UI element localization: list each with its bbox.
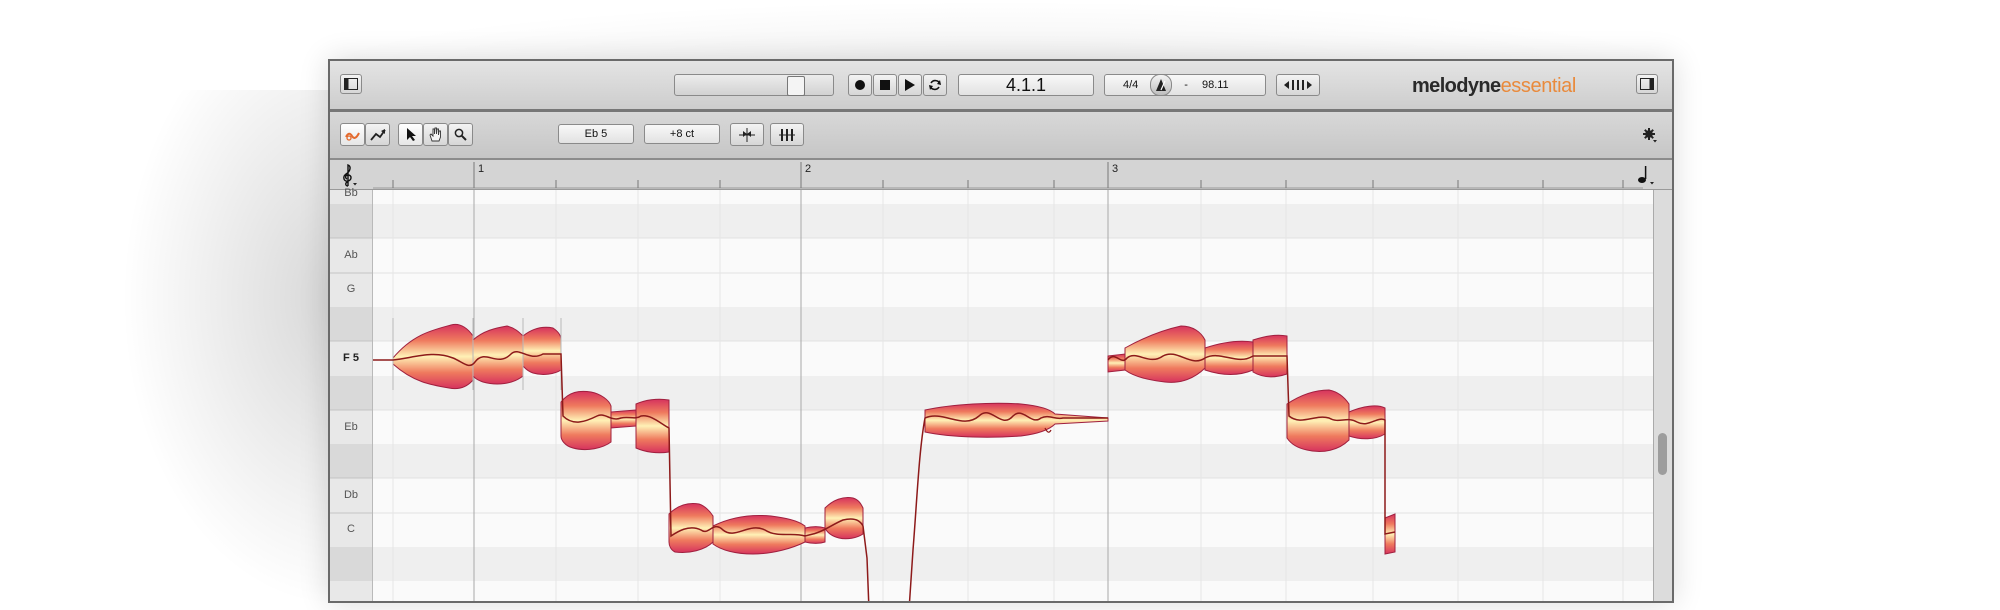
- quantize-time-button[interactable]: [770, 123, 804, 146]
- pointer-tool-icon: [406, 128, 416, 141]
- piano-keyboard[interactable]: Bb Ab G F 5 Eb Db C: [330, 187, 373, 601]
- pitch-modulation-tool-button[interactable]: [365, 123, 390, 146]
- tempo-separator: -: [1184, 79, 1188, 91]
- pitch-tool-icon: [344, 132, 360, 141]
- vertical-scrollbar-thumb[interactable]: [1658, 433, 1667, 475]
- ruler-bar-3: 3: [1112, 163, 1119, 175]
- transport-bar: 4.1.1 4/4 - 98.11 melodyneessential: [330, 61, 1672, 112]
- pitch-field[interactable]: Eb 5: [558, 124, 634, 144]
- note-value-button[interactable]: [1636, 164, 1660, 186]
- zoom-tool-button[interactable]: [448, 123, 473, 146]
- key-label-top: Bb: [344, 187, 358, 199]
- loop-icon: [929, 79, 941, 91]
- tool-bar: Eb 5 +8 ct: [330, 112, 1672, 160]
- zoom-tool-icon: [454, 128, 467, 141]
- treble-clef-icon: [343, 164, 357, 187]
- gear-icon: [1643, 128, 1657, 143]
- note-editor[interactable]: [373, 190, 1654, 603]
- bar-ruler[interactable]: 1 2 3: [330, 160, 1672, 190]
- panel-left-icon[interactable]: [340, 74, 362, 94]
- metronome-button[interactable]: [1150, 74, 1173, 96]
- metronome-icon: [1156, 79, 1167, 91]
- key-label-eb: Eb: [344, 421, 358, 433]
- pitch-tool-button[interactable]: [340, 123, 365, 146]
- hand-tool-button[interactable]: [423, 123, 448, 146]
- key-label-f5: F 5: [343, 352, 359, 364]
- position-display[interactable]: 4.1.1: [958, 74, 1094, 96]
- volume-slider[interactable]: [674, 74, 834, 96]
- pointer-tool-button[interactable]: [398, 123, 423, 146]
- clef-button[interactable]: [340, 163, 362, 187]
- ruler-ticks: [373, 162, 1643, 189]
- pitch-modulation-tool-icon: [369, 128, 386, 141]
- stop-button[interactable]: [873, 74, 897, 96]
- play-button[interactable]: [898, 74, 922, 96]
- ruler-bar-1: 1: [478, 163, 485, 175]
- stop-icon: [880, 80, 890, 90]
- record-button[interactable]: [848, 74, 872, 96]
- melodyne-logo: melodyneessential: [1412, 75, 1576, 97]
- tempo-display[interactable]: 4/4 - 98.11: [1104, 74, 1266, 96]
- volume-slider-handle[interactable]: [787, 76, 805, 96]
- quantize-pitch-button[interactable]: [730, 123, 764, 146]
- key-label-ab: Ab: [344, 249, 358, 261]
- window-shadow-left: [120, 90, 340, 610]
- panel-right-icon[interactable]: [1636, 74, 1658, 94]
- key-label-g: G: [346, 283, 356, 295]
- hand-tool-icon: [429, 127, 441, 142]
- quantize-pitch-icon: [739, 127, 755, 142]
- time-signature[interactable]: 4/4: [1123, 79, 1138, 91]
- record-icon: [855, 80, 865, 90]
- play-icon: [905, 79, 915, 91]
- tempo-detect-button[interactable]: [1276, 74, 1320, 96]
- vertical-scrollbar[interactable]: [1653, 190, 1672, 601]
- key-label-c: C: [347, 523, 355, 535]
- key-label-db: Db: [343, 489, 359, 501]
- melodyne-window: 4.1.1 4/4 - 98.11 melodyneessential Eb 5…: [328, 59, 1674, 603]
- cents-field[interactable]: +8 ct: [644, 124, 720, 144]
- tempo-detect-icon: [1284, 80, 1312, 90]
- ruler-bar-2: 2: [805, 163, 812, 175]
- tempo-value[interactable]: 98.11: [1202, 79, 1229, 91]
- loop-button[interactable]: [923, 74, 947, 96]
- settings-button[interactable]: [1642, 127, 1660, 143]
- note-icon: [1638, 166, 1654, 185]
- quantize-time-icon: [779, 128, 795, 141]
